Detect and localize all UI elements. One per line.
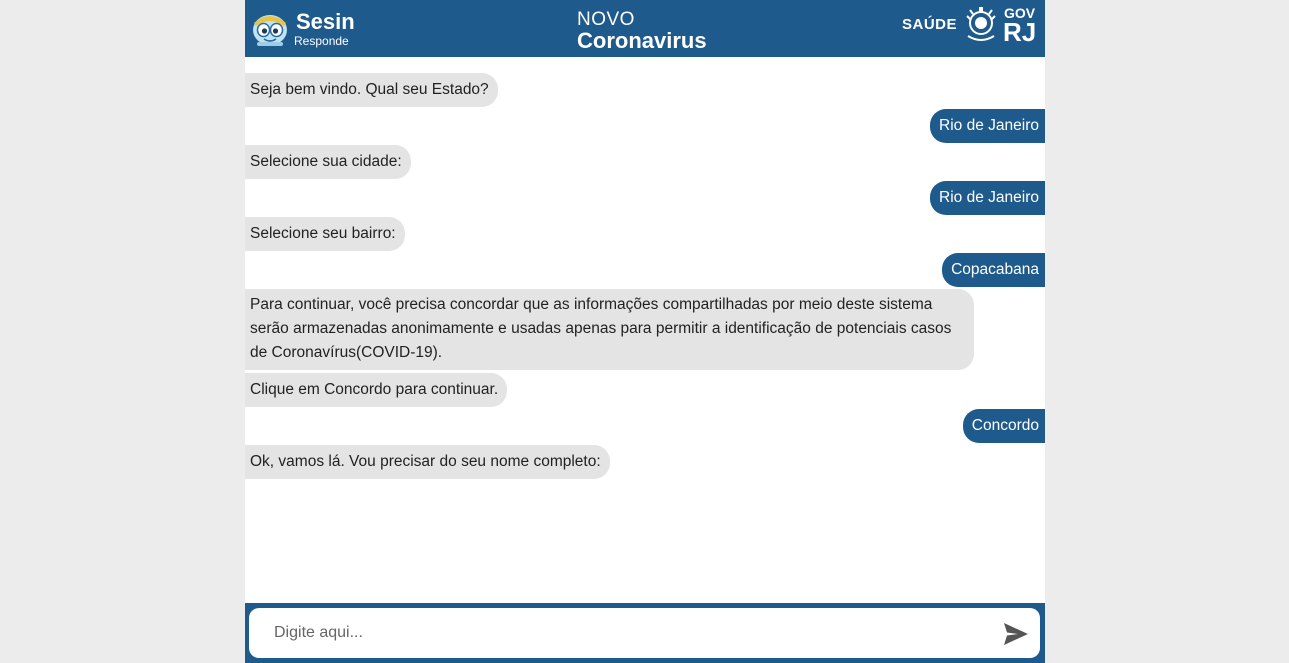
bot-message: Ok, vamos lá. Vou precisar do seu nome c… — [245, 445, 610, 479]
brand-subtitle: Responde — [294, 34, 349, 48]
rj-label: RJ — [1003, 17, 1037, 47]
user-message: Rio de Janeiro — [930, 181, 1045, 215]
chat-app: Sesin Responde NOVO Coronavirus SAÚDE GO… — [245, 0, 1045, 663]
header-title-top: NOVO — [577, 9, 635, 30]
message-input[interactable] — [259, 608, 989, 658]
header-bar: Sesin Responde NOVO Coronavirus SAÚDE GO… — [245, 0, 1045, 57]
user-message: Rio de Janeiro — [930, 109, 1045, 143]
mascot-logo-icon — [253, 15, 287, 46]
user-message: Concordo — [962, 409, 1045, 443]
composer-bar — [245, 603, 1045, 663]
bot-message: Selecione sua cidade: — [245, 145, 411, 179]
bot-message: Seja bem vindo. Qual seu Estado? — [245, 73, 498, 107]
user-message: Copacabana — [942, 253, 1045, 287]
bot-message: Para continuar, você precisa concordar q… — [245, 289, 974, 370]
saude-label: SAÚDE — [902, 16, 958, 33]
composer-box — [249, 608, 1040, 658]
send-icon[interactable] — [1002, 621, 1030, 647]
header-title-main: Coronavirus — [577, 28, 707, 53]
bot-message: Selecione seu bairro: — [245, 217, 405, 251]
state-seal-icon — [966, 7, 996, 41]
brand-name: Sesin — [296, 9, 355, 34]
bot-message: Clique em Concordo para continuar. — [245, 373, 508, 407]
